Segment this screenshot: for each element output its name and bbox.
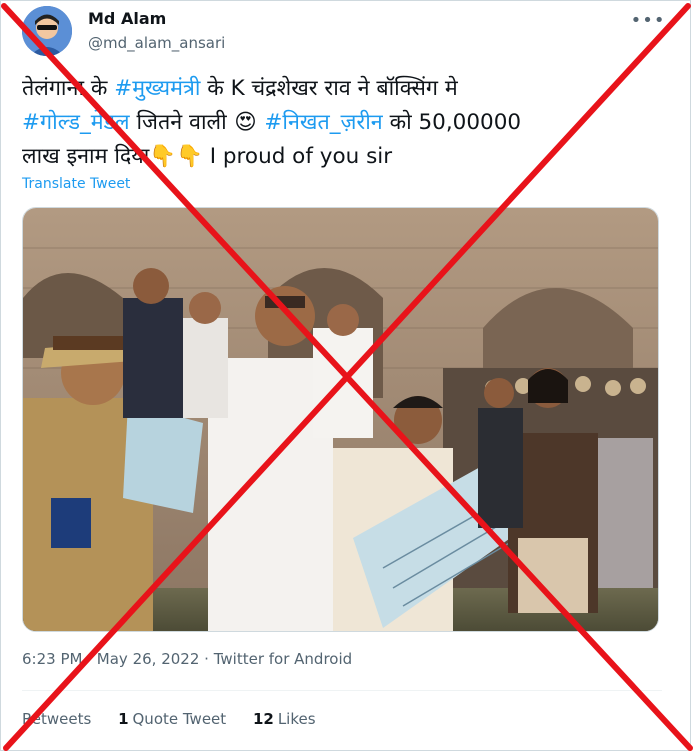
more-horizontal-icon: ••• bbox=[630, 9, 666, 31]
text-segment: I proud of you sir bbox=[202, 144, 393, 169]
hashtag-link[interactable]: #मुख्यमंत्री bbox=[114, 76, 200, 101]
avatar-image bbox=[22, 6, 72, 56]
avatar[interactable] bbox=[22, 6, 72, 56]
tweet-text: तेलंगाना के #मुख्यमंत्री के K चंद्रशेखर … bbox=[22, 72, 662, 174]
tweet-date[interactable]: May 26, 2022 bbox=[97, 650, 200, 668]
tweet-photo[interactable] bbox=[22, 207, 659, 632]
author-handle[interactable]: @md_alam_ansari bbox=[88, 34, 225, 52]
text-segment: को 50,00000 bbox=[382, 110, 522, 135]
meta-separator: · bbox=[87, 650, 93, 668]
quote-tweets-stat[interactable]: 1 Quote Tweet bbox=[118, 710, 231, 728]
text-segment: लाख इनाम दिया bbox=[22, 144, 150, 169]
meta-separator: · bbox=[204, 650, 209, 668]
quote-label: Quote Tweet bbox=[132, 710, 227, 728]
heart-eyes-emoji-icon: 😍 bbox=[234, 110, 257, 135]
more-options-button[interactable]: ••• bbox=[631, 6, 665, 34]
divider bbox=[22, 690, 662, 691]
translate-tweet-link[interactable]: Translate Tweet bbox=[22, 176, 130, 192]
retweets-stat[interactable]: Retweets bbox=[22, 710, 96, 728]
author-name[interactable]: Md Alam bbox=[88, 9, 166, 28]
tweet-stats: Retweets 1 Quote Tweet 12 Likes bbox=[22, 710, 338, 728]
tweet-meta: 6:23 PM · May 26, 2022 · Twitter for And… bbox=[22, 650, 352, 668]
text-segment: जितने वाली bbox=[129, 110, 234, 135]
text-segment: के K चंद्रशेखर राव ने बॉक्सिंग मे bbox=[200, 76, 458, 101]
text-segment: तेलंगाना के bbox=[22, 76, 115, 101]
hashtag-link[interactable]: #निखत_ज़रीन bbox=[264, 110, 382, 135]
tweet-text-line-3: लाख इनाम दिया👇👇 I proud of you sir bbox=[22, 140, 662, 174]
likes-label: Likes bbox=[277, 710, 316, 728]
tweet-text-line-2: #गोल्ड_मेडल जितने वाली 😍 #निखत_ज़रीन को … bbox=[22, 106, 662, 140]
quote-count: 1 bbox=[118, 710, 129, 728]
tweet-time[interactable]: 6:23 PM bbox=[22, 650, 82, 668]
photo-image bbox=[23, 208, 658, 631]
pointing-down-emoji-icon: 👇👇 bbox=[149, 144, 203, 169]
tweet-text-line-1: तेलंगाना के #मुख्यमंत्री के K चंद्रशेखर … bbox=[22, 72, 662, 106]
likes-stat[interactable]: 12 Likes bbox=[253, 710, 316, 728]
likes-count: 12 bbox=[252, 710, 274, 728]
retweets-label: Retweets bbox=[22, 710, 92, 728]
hashtag-link[interactable]: #गोल्ड_मेडल bbox=[22, 110, 130, 135]
tweet-source[interactable]: Twitter for Android bbox=[214, 650, 352, 668]
